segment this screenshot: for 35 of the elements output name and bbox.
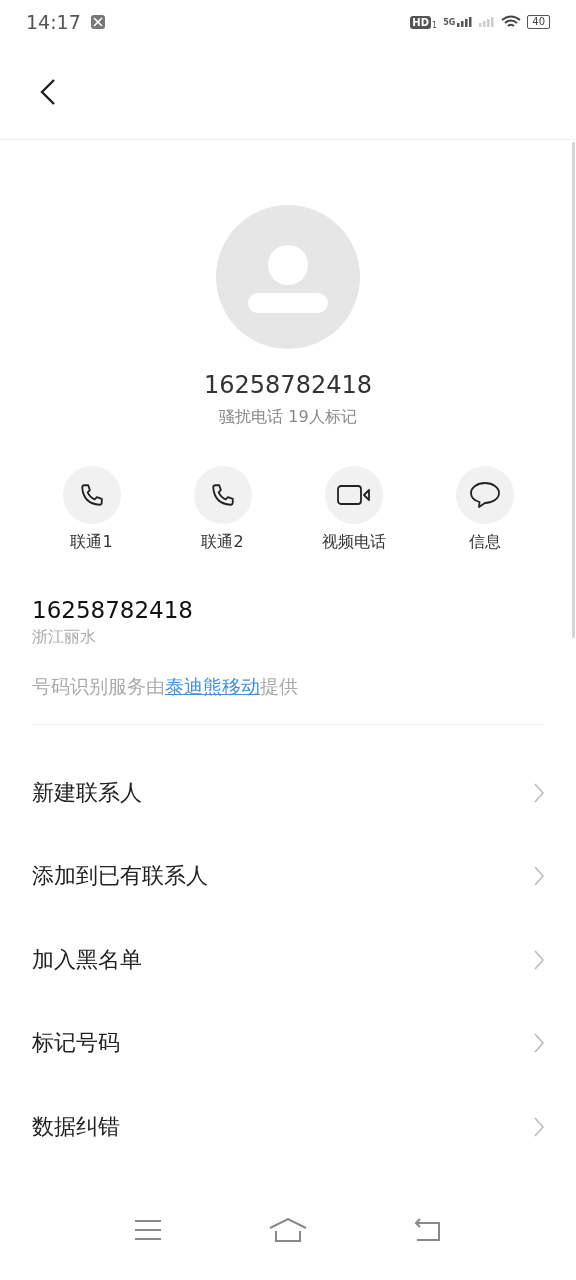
menu-item[interactable]: 标记号码: [0, 1001, 576, 1085]
chevron-icon: [534, 1033, 544, 1054]
network-type: 5G: [443, 17, 456, 27]
action-label: 信息: [468, 532, 501, 553]
notification-icon: [90, 15, 105, 29]
speech-bubble-icon: [468, 481, 501, 509]
menu-item[interactable]: 添加到已有联系人: [0, 834, 576, 918]
action-label: 联通2: [201, 532, 244, 553]
phone-icon: [209, 482, 236, 508]
action-label: 视频电话: [321, 532, 386, 553]
menu-item[interactable]: 加入黑名单: [0, 918, 576, 1002]
wifi-icon: [501, 15, 522, 29]
chevron-icon: [534, 1116, 544, 1137]
battery-icon: 40: [527, 15, 550, 29]
action-label: 联通1: [70, 532, 113, 553]
menu-item[interactable]: 数据纠错: [0, 1085, 576, 1169]
video-camera-icon: [336, 484, 371, 506]
menu-icon[interactable]: [133, 1219, 162, 1241]
number-location: 浙江丽水: [32, 627, 97, 648]
back-icon[interactable]: [40, 77, 56, 106]
hd-badge: HD: [410, 15, 432, 29]
signal-icon: [457, 17, 474, 27]
status-time: 14:17: [26, 11, 81, 33]
provider-note: 号码识别服务由泰迪熊移动提供: [32, 675, 298, 697]
phone-number: 16258782418: [32, 597, 194, 623]
chevron-icon: [534, 866, 544, 887]
home-icon[interactable]: [269, 1217, 307, 1243]
menu-item[interactable]: 新建联系人: [0, 751, 576, 835]
phone-icon: [78, 482, 105, 508]
sim-number: 1: [432, 21, 438, 30]
chevron-icon: [534, 949, 544, 970]
signal-icon: [479, 17, 496, 27]
caller-number: 16258782418: [204, 371, 372, 399]
chevron-icon: [534, 782, 544, 803]
caller-tag: 骚扰电话 19人标记: [219, 407, 357, 428]
